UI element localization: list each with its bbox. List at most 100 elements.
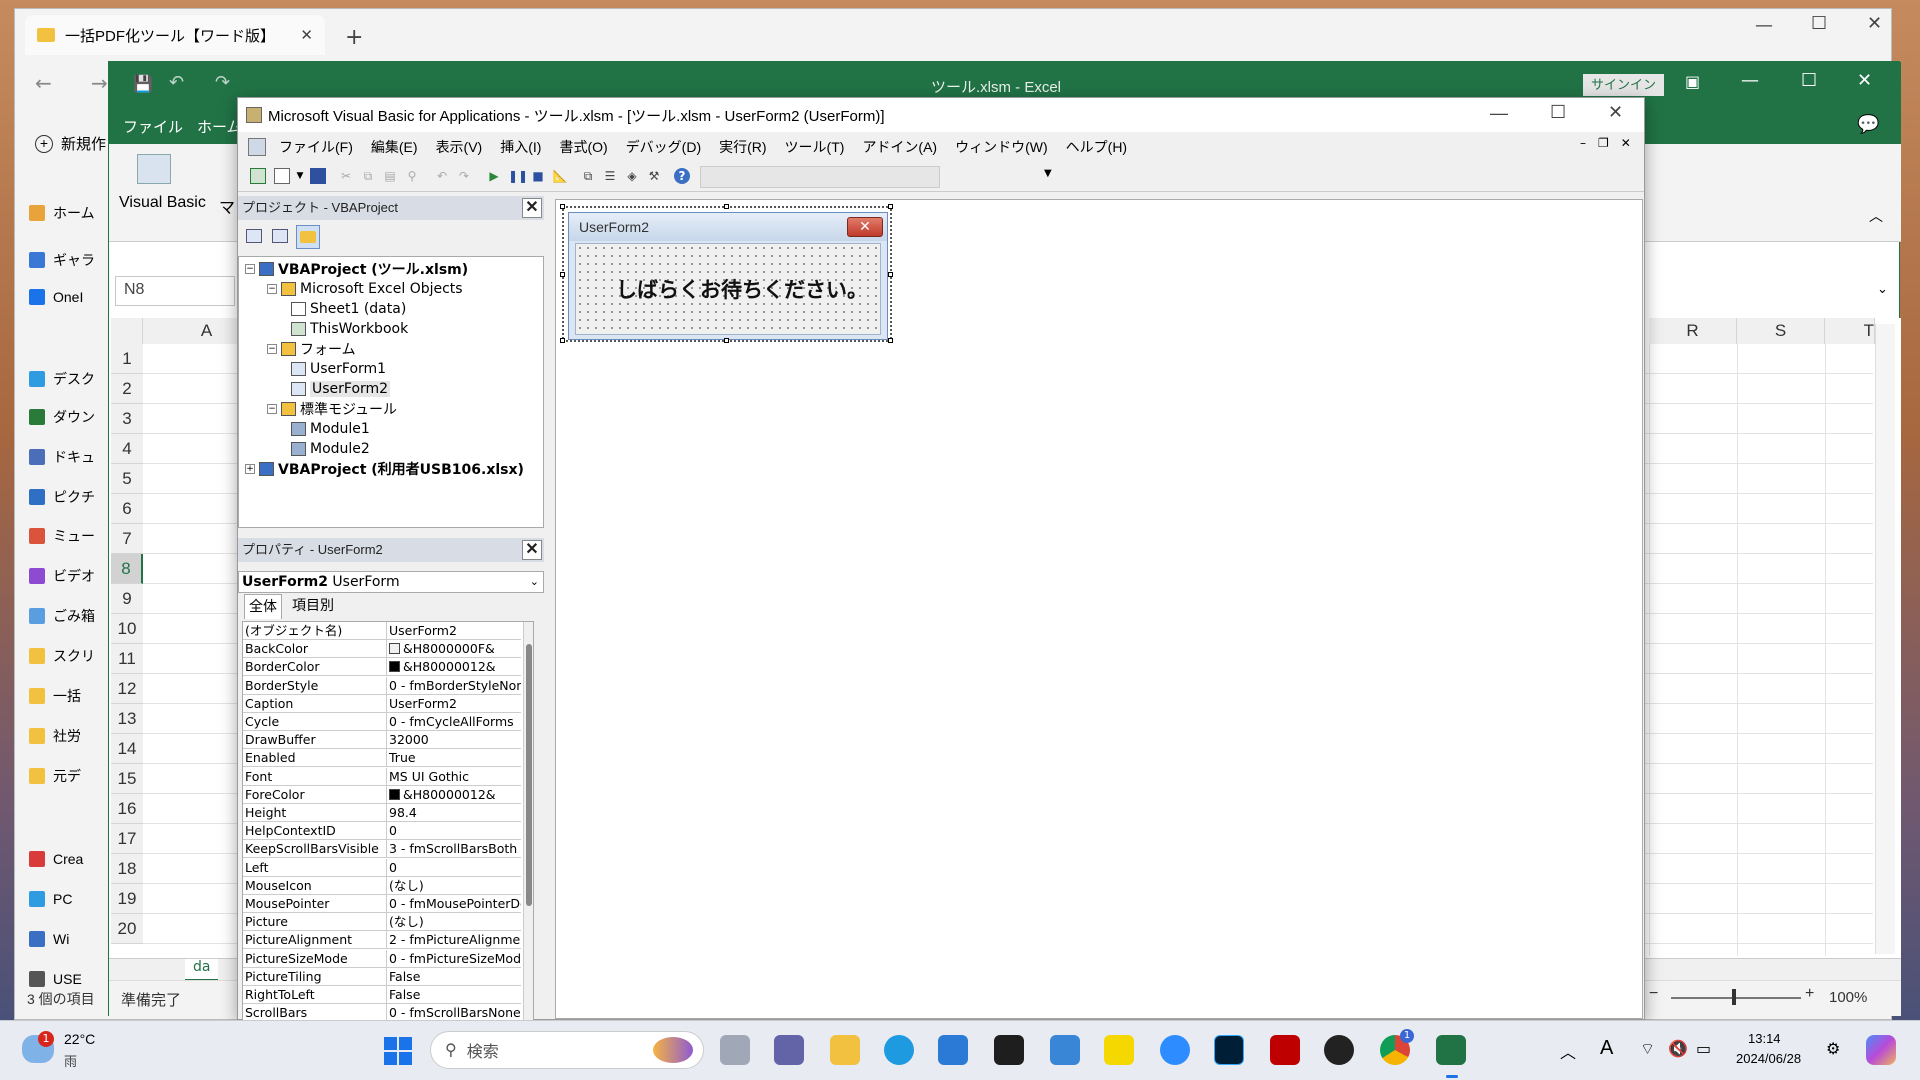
- property-row[interactable]: BorderStyle 0 - fmBorderStyleNone: [243, 676, 521, 695]
- sheet-tab-data[interactable]: da: [185, 959, 219, 981]
- row-header[interactable]: 18: [111, 854, 143, 884]
- sidebar-item[interactable]: ピクチ: [29, 483, 109, 511]
- save-icon[interactable]: 💾: [133, 74, 153, 93]
- zoom-icon[interactable]: [1160, 1035, 1190, 1065]
- menu-item[interactable]: ウィンドウ(W): [946, 137, 1057, 157]
- properties-window-icon[interactable]: ☰: [602, 168, 618, 184]
- property-value[interactable]: 98.4: [386, 804, 521, 821]
- sidebar-item[interactable]: ホーム: [29, 199, 109, 227]
- sidebar-item[interactable]: ドキュ: [29, 443, 109, 471]
- chevron-up-icon[interactable]: ︿: [1560, 1039, 1576, 1063]
- excel-view-icon[interactable]: [248, 138, 266, 156]
- task-view-icon[interactable]: [720, 1035, 750, 1065]
- photoshop-icon[interactable]: [1214, 1035, 1244, 1065]
- clock-date[interactable]: 2024/06/28: [1736, 1051, 1801, 1066]
- property-row[interactable]: Font MS UI Gothic: [243, 767, 521, 786]
- volume-muted-icon[interactable]: 🔇: [1668, 1039, 1688, 1058]
- help-icon[interactable]: ?: [674, 168, 690, 184]
- collapse-ribbon-icon[interactable]: ︿: [1869, 206, 1883, 226]
- resize-handle[interactable]: [560, 204, 565, 209]
- row-header[interactable]: 20: [111, 914, 143, 944]
- back-arrow-icon[interactable]: ←: [35, 71, 52, 95]
- menu-item[interactable]: アドイン(A): [853, 137, 946, 157]
- property-value[interactable]: &H80000012&: [386, 785, 521, 803]
- sidebar-item[interactable]: ギャラ: [29, 246, 109, 274]
- sidebar-item[interactable]: 元デ: [29, 762, 109, 790]
- tree-node-sheet1[interactable]: Sheet1 (data): [291, 299, 406, 319]
- chevron-down-icon[interactable]: ⌄: [530, 572, 539, 592]
- reset-icon[interactable]: ■: [530, 168, 546, 184]
- toolbar-overflow-icon[interactable]: ▼: [1044, 168, 1052, 179]
- row-header[interactable]: 12: [111, 674, 143, 704]
- property-row[interactable]: Cycle 0 - fmCycleAllForms: [243, 713, 521, 731]
- property-row[interactable]: BorderColor &H80000012&: [243, 658, 521, 677]
- view-code-icon[interactable]: [246, 229, 262, 243]
- break-icon[interactable]: ❚❚: [508, 168, 528, 184]
- sidebar-item[interactable]: ビデオ: [29, 562, 109, 590]
- tree-node-root1[interactable]: − VBAProject (ツール.xlsm): [245, 259, 468, 279]
- property-row[interactable]: PictureTiling False: [243, 967, 521, 986]
- select-all-corner[interactable]: [111, 318, 143, 344]
- excel-minimize-icon[interactable]: —: [1741, 70, 1759, 91]
- vbe-maximize-icon[interactable]: ☐: [1550, 102, 1566, 123]
- explorer-tab[interactable]: 一括PDF化ツール【ワード版】 ✕: [25, 15, 325, 55]
- column-header[interactable]: T: [1825, 318, 1875, 344]
- undo-icon[interactable]: ↶: [169, 72, 184, 93]
- property-value[interactable]: True: [386, 749, 521, 767]
- search-box[interactable]: ⚲ 検索: [430, 1031, 704, 1069]
- tree-node-module1[interactable]: Module1: [291, 419, 370, 439]
- row-header[interactable]: 15: [111, 764, 143, 794]
- mdi-restore-icon[interactable]: ❐: [1598, 136, 1609, 150]
- new-tab-button[interactable]: +: [345, 25, 363, 50]
- object-browser-icon[interactable]: ◈: [624, 168, 640, 184]
- sidebar-item[interactable]: ミュー: [29, 522, 109, 550]
- row-header[interactable]: 4: [111, 434, 143, 464]
- menu-item[interactable]: ファイル(F): [270, 137, 362, 157]
- file-explorer-icon[interactable]: [830, 1035, 860, 1065]
- copy-icon[interactable]: ⧉: [360, 168, 376, 184]
- wait-label[interactable]: しばらくお待ちください。: [616, 274, 868, 304]
- property-value[interactable]: 0 - fmPictureSizeModeClip: [386, 949, 521, 967]
- property-row[interactable]: KeepScrollBarsVisible 3 - fmScrollBarsBot…: [243, 840, 521, 859]
- sidebar-item[interactable]: PC: [29, 885, 109, 913]
- menu-item[interactable]: 挿入(I): [491, 137, 550, 157]
- zoom-out-button[interactable]: −: [1649, 985, 1658, 1003]
- ime-indicator[interactable]: A: [1600, 1037, 1613, 1060]
- property-row[interactable]: RightToLeft False: [243, 986, 521, 1004]
- settings-gear-icon[interactable]: ⚙: [1826, 1039, 1840, 1058]
- property-row[interactable]: Enabled True: [243, 749, 521, 768]
- battery-icon[interactable]: ▭: [1696, 1039, 1711, 1058]
- menu-item[interactable]: 編集(E): [362, 137, 427, 157]
- tree-node-forms[interactable]: − フォーム: [267, 339, 356, 359]
- visual-basic-icon[interactable]: [137, 154, 171, 184]
- object-selector[interactable]: UserForm2 UserForm ⌄: [238, 571, 544, 593]
- github-icon[interactable]: [1324, 1035, 1354, 1065]
- zoom-slider[interactable]: [1671, 997, 1801, 999]
- property-value[interactable]: &H8000000F&: [386, 640, 521, 658]
- close-icon[interactable]: ✕: [1867, 13, 1882, 34]
- property-value[interactable]: 0 - fmMousePointerDefault: [386, 895, 521, 912]
- redo-icon[interactable]: ↷: [215, 72, 230, 93]
- property-row[interactable]: (オブジェクト名) UserForm2: [243, 622, 521, 640]
- zoom-level[interactable]: 100%: [1829, 989, 1867, 1006]
- mdi-close-icon[interactable]: ✕: [1621, 136, 1631, 150]
- property-row[interactable]: ScrollBars 0 - fmScrollBarsNone: [243, 1004, 521, 1020]
- sidebar-item[interactable]: 一括: [29, 682, 109, 710]
- name-box[interactable]: N8: [115, 276, 235, 306]
- undo-icon[interactable]: ↶: [434, 168, 450, 184]
- wifi-icon[interactable]: ⌔: [1640, 1039, 1655, 1059]
- row-header[interactable]: 14: [111, 734, 143, 764]
- property-row[interactable]: Left 0: [243, 858, 521, 877]
- signin-button[interactable]: サインイン: [1583, 74, 1665, 96]
- property-row[interactable]: PictureSizeMode 0 - fmPictureSizeModeClip: [243, 949, 521, 968]
- row-header[interactable]: 3: [111, 404, 143, 434]
- close-tab-icon[interactable]: ✕: [300, 26, 313, 44]
- copilot-icon[interactable]: [1866, 1035, 1896, 1065]
- property-row[interactable]: Picture (なし): [243, 913, 521, 932]
- tree-node-excel-objects[interactable]: − Microsoft Excel Objects: [267, 279, 463, 299]
- filezilla-icon[interactable]: [1270, 1035, 1300, 1065]
- userform-selection[interactable]: UserForm2 ✕ しばらくお待ちください。: [560, 204, 893, 343]
- collapse-icon[interactable]: −: [267, 284, 277, 294]
- sidebar-item[interactable]: ごみ箱: [29, 602, 109, 630]
- property-value[interactable]: 0 - fmBorderStyleNone: [386, 676, 521, 694]
